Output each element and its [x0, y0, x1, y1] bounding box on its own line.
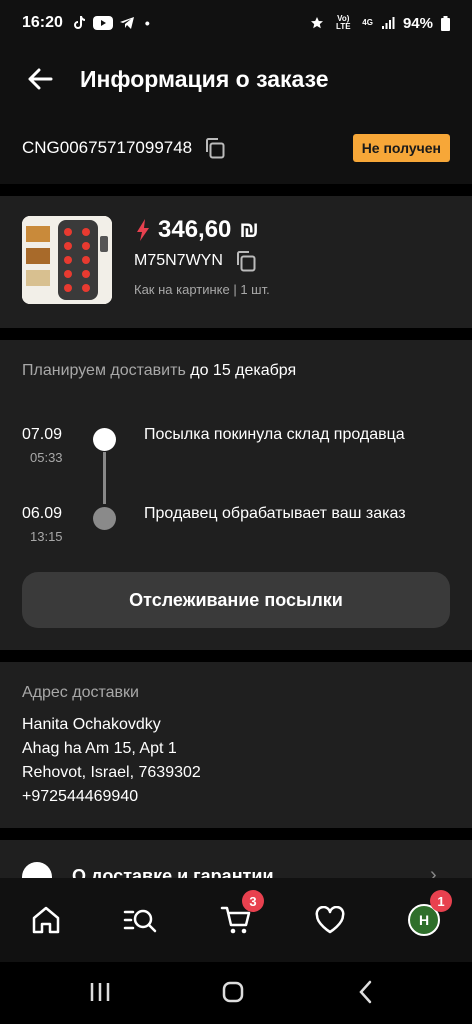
sku: M75N7WYN [134, 252, 223, 269]
home-button[interactable] [213, 976, 253, 1008]
bottom-tab-bar: 3 H 1 [0, 878, 472, 962]
system-nav-bar [0, 962, 472, 1024]
timeline-event: 07.09 05:33 Посылка покинула склад прода… [0, 426, 472, 470]
lightning-icon [137, 219, 149, 241]
plan-prefix: Планируем доставить [22, 362, 186, 379]
product-variant: Как на картинке | 1 шт. [134, 282, 270, 297]
order-id-row: CNG00675717099748 Не получен [0, 112, 472, 184]
profile-badge: 1 [430, 890, 452, 912]
status-right: Vo) LTE 4G 94% [310, 15, 450, 32]
chevron-right-icon: › [430, 864, 437, 878]
event-date: 07.09 [22, 426, 63, 443]
chevron-left-icon [359, 980, 372, 1004]
home-icon [32, 906, 60, 934]
event-time: 13:15 [30, 529, 63, 544]
dot-icon: • [144, 15, 150, 31]
price-line: 346,60 ₪ [136, 216, 259, 244]
network-label: 4G [362, 18, 373, 27]
address-phone: +972544469940 [22, 788, 139, 805]
address-name: Hanita Ochakovdky [22, 716, 161, 733]
volte-label: Vo) LTE [336, 14, 351, 31]
sku-row: M75N7WYN [134, 250, 257, 272]
delivery-section: Планируем доставить до 15 декабря 07.09 … [0, 340, 472, 650]
app-header: Информация о заказе [0, 46, 472, 112]
heart-icon [315, 906, 345, 934]
cart-badge: 3 [242, 890, 264, 912]
notification-icons: • [71, 15, 150, 31]
price: 346,60 [158, 216, 232, 243]
delivery-plan: Планируем доставить до 15 декабря [22, 362, 296, 380]
copy-icon [236, 251, 256, 272]
timeline-dot-active [93, 428, 116, 451]
event-text: Посылка покинула склад продавца [144, 426, 405, 443]
telegram-icon [119, 17, 134, 29]
event-date: 06.09 [22, 505, 63, 522]
tab-favorites[interactable] [306, 896, 354, 944]
recent-apps-button[interactable] [80, 976, 120, 1008]
order-id: CNG00675717099748 [22, 138, 193, 157]
event-time: 05:33 [30, 450, 63, 465]
tab-home[interactable] [22, 896, 70, 944]
back-button[interactable] [0, 46, 80, 112]
star-icon [311, 17, 324, 29]
signal-icon [381, 17, 395, 29]
home-square-icon [222, 981, 244, 1003]
address-city: Rehovot, Israel, 7639302 [22, 764, 201, 781]
tab-profile[interactable]: H 1 [400, 890, 452, 944]
recents-icon [90, 983, 110, 1001]
massage-mat-image [22, 216, 112, 304]
address-section: Адрес доставки Hanita Ochakovdky Ahag ha… [0, 662, 472, 828]
copy-sku-button[interactable] [235, 250, 257, 272]
timeline-dot [93, 507, 116, 530]
tab-catalog[interactable] [116, 896, 164, 944]
battery-icon [441, 15, 450, 31]
address-title: Адрес доставки [22, 684, 139, 701]
tab-cart[interactable]: 3 [212, 890, 264, 944]
info-icon [22, 862, 52, 878]
product-image[interactable] [22, 216, 112, 304]
delivery-guarantee-row[interactable]: О доставке и гарантии › [0, 840, 472, 878]
catalog-search-icon [123, 909, 157, 933]
delivery-guarantee-label: О доставке и гарантии [72, 866, 274, 878]
page-title: Информация о заказе [80, 65, 329, 92]
status-bar: 16:20 • Vo) LTE 4G 94% [0, 0, 472, 46]
timeline-event: 06.09 13:15 Продавец обрабатывает ваш за… [0, 505, 472, 549]
currency-symbol: ₪ [239, 217, 259, 242]
copy-icon [206, 138, 225, 159]
event-text: Продавец обрабатывает ваш заказ [144, 505, 406, 522]
status-badge: Не получен [352, 134, 450, 162]
product-card[interactable]: 346,60 ₪ M75N7WYN Как на картинке | 1 шт… [0, 196, 472, 328]
plan-date: до 15 декабря [190, 362, 297, 379]
address-street: Ahag ha Am 15, Apt 1 [22, 740, 177, 757]
system-back-button[interactable] [346, 976, 386, 1008]
arrow-left-icon [28, 68, 53, 90]
battery-text: 94% [402, 14, 433, 32]
copy-order-id-button[interactable] [204, 137, 226, 159]
youtube-icon [92, 16, 113, 30]
status-time: 16:20 [22, 14, 63, 31]
tiktok-icon [73, 16, 85, 29]
track-parcel-button[interactable]: Отслеживание посылки [22, 572, 450, 628]
